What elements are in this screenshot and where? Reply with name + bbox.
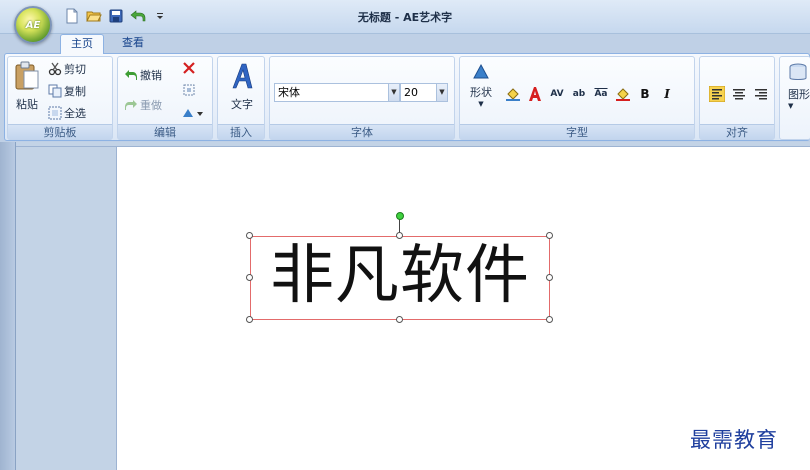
copy-icon <box>48 84 62 98</box>
delete-x-icon <box>183 62 195 74</box>
redo-button[interactable]: 重做 <box>124 97 162 113</box>
shape-triangle-icon <box>473 63 489 79</box>
char-height-button[interactable]: Aa <box>592 85 610 103</box>
bold-button[interactable]: B <box>636 85 654 103</box>
app-menu-button[interactable]: AE <box>14 6 52 44</box>
resize-handle-top-left[interactable] <box>246 232 253 239</box>
delete-button[interactable] <box>182 61 196 75</box>
align-center-icon <box>733 89 745 100</box>
wordart-a-icon <box>232 63 253 89</box>
resize-handle-bottom-left[interactable] <box>246 316 253 323</box>
font-color-a-icon <box>529 87 541 101</box>
font-size-select[interactable]: 20 ▼ <box>400 83 448 102</box>
align-center-button[interactable] <box>730 85 748 103</box>
chevron-down-icon: ▼ <box>436 84 447 101</box>
align-left-icon <box>709 86 725 102</box>
insert-text-button[interactable]: 文字 <box>222 61 262 112</box>
text-highlight-button[interactable] <box>614 85 632 103</box>
char-case-label: ab <box>572 89 586 99</box>
flip-icon <box>183 109 203 117</box>
title-bar: 无标题 - AE艺术字 <box>0 0 810 34</box>
highlight-bucket-icon <box>616 88 630 101</box>
resize-handle-top-right[interactable] <box>546 232 553 239</box>
ribbon-tabs: 主页 查看 <box>0 33 810 54</box>
resize-handle-bottom-right[interactable] <box>546 316 553 323</box>
resize-handle-left[interactable] <box>246 274 253 281</box>
char-spacing-label: AV <box>550 89 564 99</box>
group-insert: 文字 插入 <box>217 56 265 140</box>
cut-button[interactable]: 剪切 <box>48 61 86 77</box>
flip-button[interactable] <box>182 107 204 119</box>
app-logo-label: AE <box>25 20 41 31</box>
copy-button[interactable]: 复制 <box>48 83 86 99</box>
tab-home[interactable]: 主页 <box>60 34 104 54</box>
bold-label: B <box>640 87 650 101</box>
group-glyph-label: 字型 <box>460 124 694 139</box>
font-family-value: 宋体 <box>278 86 300 99</box>
resize-handle-top[interactable] <box>396 232 403 239</box>
undo-arrow-icon <box>125 70 137 80</box>
group-glyph: 形状 ▼ AV ab Aa B I 字型 <box>459 56 695 140</box>
char-case-button[interactable]: ab <box>570 85 588 103</box>
redo-arrow-icon <box>125 100 137 110</box>
text-fill-button[interactable] <box>504 85 522 103</box>
left-panel-edge <box>0 142 16 470</box>
tab-view[interactable]: 查看 <box>112 34 154 54</box>
shapes-cylinder-icon <box>789 63 807 80</box>
italic-button[interactable]: I <box>658 85 676 103</box>
resize-handle-right[interactable] <box>546 274 553 281</box>
group-font-label: 字体 <box>270 124 454 139</box>
font-size-value: 20 <box>404 86 418 99</box>
chevron-down-icon: ▼ <box>788 102 794 110</box>
ribbon: 粘贴 剪切 复制 全选 剪贴板 撤销 重做 编辑 文字 插入 宋体 ▼ 20 ▼… <box>4 53 810 141</box>
group-edit-label: 编辑 <box>118 124 212 139</box>
select-all-icon <box>48 106 62 120</box>
window-title: 无标题 - AE艺术字 <box>357 11 453 24</box>
group-insert-label: 插入 <box>218 124 264 139</box>
group-align: 对齐 <box>699 56 775 140</box>
font-family-select[interactable]: 宋体 ▼ <box>274 83 400 102</box>
group-clipboard: 粘贴 剪切 复制 全选 剪贴板 <box>7 56 113 140</box>
paste-label: 粘贴 <box>16 98 38 111</box>
shapes-label: 图形 <box>788 88 810 101</box>
crop-frame-icon <box>183 84 195 96</box>
insert-text-label: 文字 <box>231 98 253 111</box>
group-clipboard-label: 剪贴板 <box>8 124 112 139</box>
watermark: 最需教育 <box>690 428 778 452</box>
resize-handle-bottom[interactable] <box>396 316 403 323</box>
copy-label: 复制 <box>64 85 86 98</box>
shape-label: 形状 <box>470 86 492 99</box>
char-spacing-button[interactable]: AV <box>548 85 566 103</box>
rotate-handle[interactable] <box>396 212 404 220</box>
group-font: 宋体 ▼ 20 ▼ 字体 <box>269 56 455 140</box>
undo-button[interactable]: 撤销 <box>124 67 162 83</box>
align-right-icon <box>755 89 767 100</box>
crop-button[interactable] <box>182 83 196 97</box>
align-right-button[interactable] <box>752 85 770 103</box>
group-align-label: 对齐 <box>700 124 774 139</box>
align-left-button[interactable] <box>708 85 726 103</box>
chevron-down-icon: ▼ <box>478 100 484 108</box>
group-edit: 撤销 重做 编辑 <box>117 56 213 140</box>
cut-label: 剪切 <box>64 63 86 76</box>
paste-icon <box>15 61 39 90</box>
paste-button[interactable]: 粘贴 <box>10 61 44 112</box>
shapes-button[interactable]: 图形 ▼ <box>788 63 810 110</box>
select-all-label: 全选 <box>64 107 86 120</box>
selection-box[interactable] <box>250 236 550 320</box>
undo-label: 撤销 <box>140 69 162 82</box>
shape-button[interactable]: 形状 ▼ <box>466 63 496 108</box>
italic-label: I <box>664 87 670 101</box>
scissors-icon <box>48 62 62 76</box>
text-color-button[interactable] <box>526 85 544 103</box>
char-height-label: Aa <box>594 89 608 99</box>
paint-bucket-icon <box>506 88 520 101</box>
redo-label: 重做 <box>140 99 162 112</box>
chevron-down-icon: ▼ <box>388 84 399 101</box>
select-all-button[interactable]: 全选 <box>48 105 86 121</box>
group-shapes: 图形 ▼ <box>779 56 810 140</box>
